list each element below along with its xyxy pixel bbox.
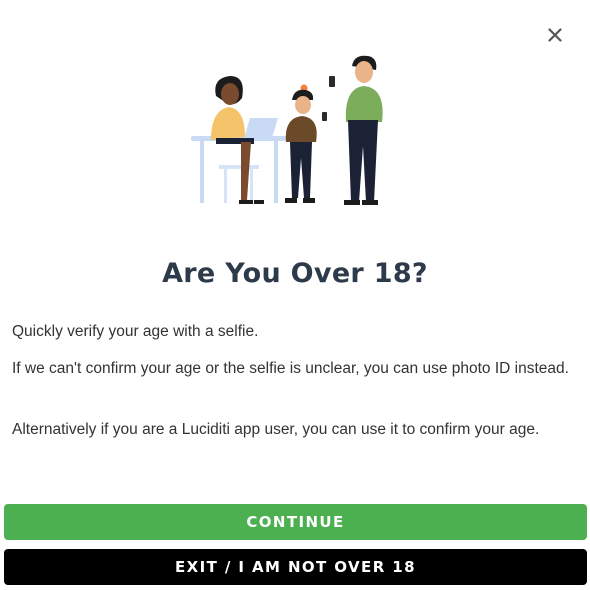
man-shoe — [362, 200, 378, 205]
woman-shoe — [254, 200, 264, 204]
modal-title: Are You Over 18? — [162, 258, 428, 289]
woman-head — [221, 83, 239, 105]
continue-button[interactable]: CONTINUE — [4, 504, 587, 540]
close-icon — [548, 28, 562, 42]
woman-leg — [241, 142, 251, 200]
luciditi-text: Alternatively if you are a Luciditi app … — [12, 421, 540, 438]
woman-shoe — [239, 200, 253, 204]
people-illustration — [191, 55, 383, 205]
close-button[interactable] — [544, 24, 566, 46]
boy-pants — [290, 142, 312, 198]
chair-leg — [250, 169, 253, 203]
woman-shirt — [211, 107, 245, 140]
boy-phone — [322, 112, 327, 121]
boy-shirt — [285, 116, 317, 142]
boy-shoe — [285, 198, 297, 203]
laptop — [244, 118, 278, 138]
photo-id-text: If we can't confirm your age or the self… — [12, 360, 569, 377]
boy-shoe — [303, 198, 315, 203]
exit-button[interactable]: EXIT / I AM NOT OVER 18 — [4, 549, 587, 585]
boy-head — [295, 96, 311, 114]
intro-text: Quickly verify your age with a selfie. — [12, 323, 259, 340]
man-shoe — [344, 200, 360, 205]
chair-seat — [219, 165, 259, 169]
table-leg — [200, 141, 204, 203]
man-shirt — [345, 86, 383, 122]
man-phone — [329, 76, 335, 87]
man-pants — [348, 120, 378, 202]
age-verification-modal: Are You Over 18? Quickly verify your age… — [0, 0, 590, 590]
table-leg — [274, 141, 278, 203]
chair-leg — [224, 169, 227, 203]
man-head — [355, 61, 373, 83]
